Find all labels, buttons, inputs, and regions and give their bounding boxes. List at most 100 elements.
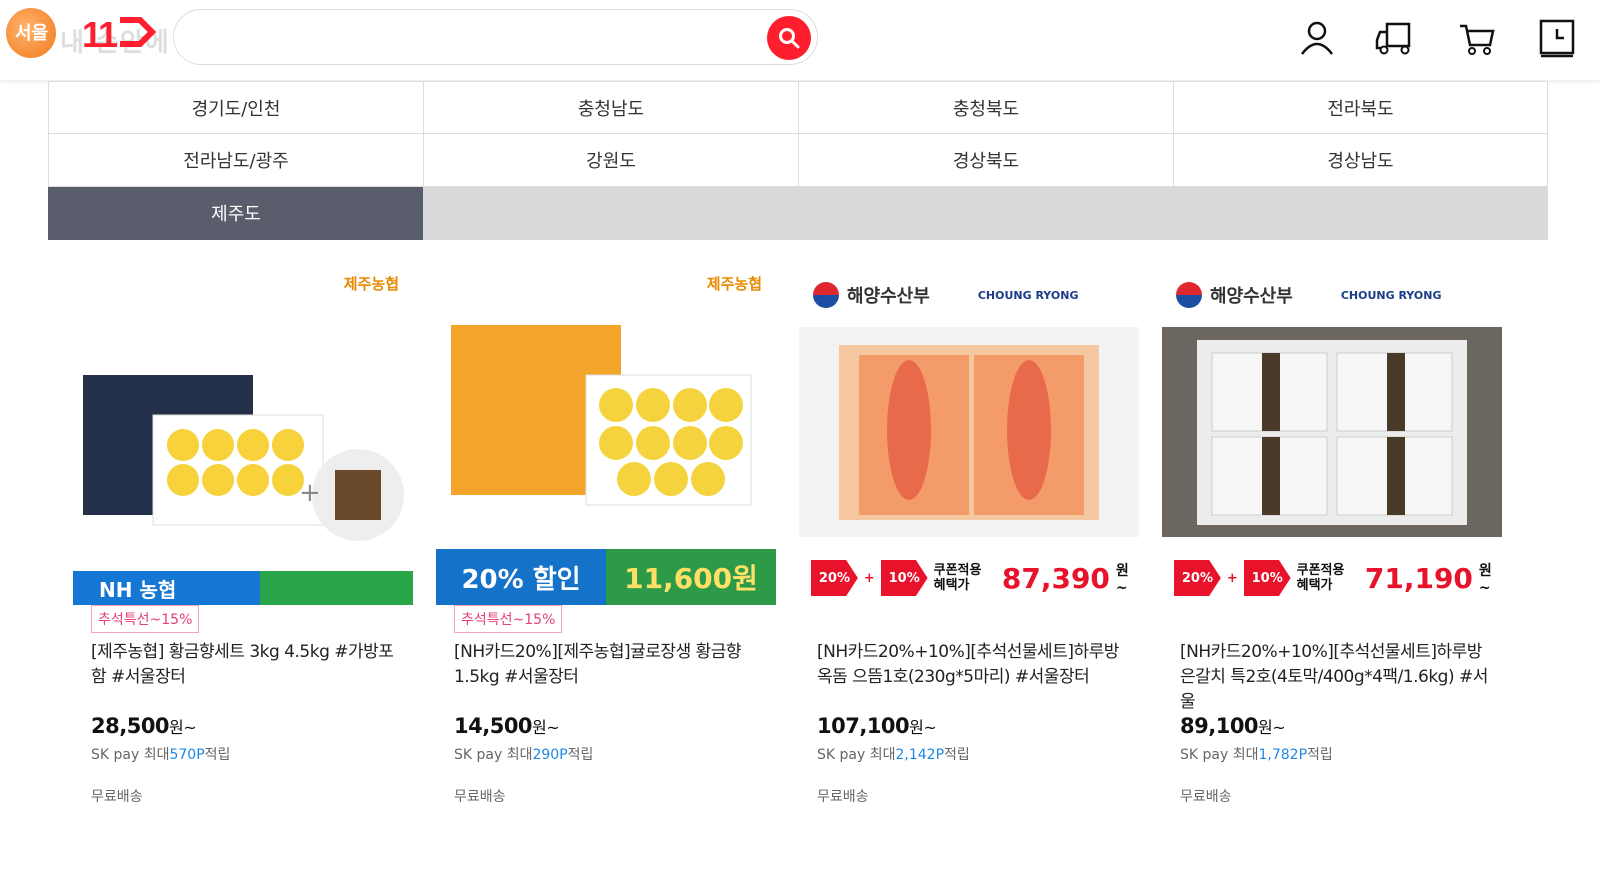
promo-badge: 추석특선~15% <box>454 605 563 633</box>
benefit-unit: 원~ <box>1115 563 1129 596</box>
region-row-filler <box>423 187 1548 240</box>
pay-suffix: 적립 <box>1307 747 1333 763</box>
shipping-info: 무료배송 <box>817 789 869 805</box>
plus-icon: + <box>863 570 875 586</box>
product-image[interactable]: 제주농협 + NH 농협 <box>73 265 413 605</box>
sk-pay-points: SK pay 최대570P적립 <box>91 744 230 764</box>
product-price: 89,100원~ <box>1180 714 1286 738</box>
region-tab-chungbuk[interactable]: 충청북도 <box>798 81 1173 134</box>
delivery-button[interactable] <box>1375 18 1419 58</box>
benefit-label: 쿠폰적용 혜택가 <box>1296 563 1345 593</box>
price-unit: 원~ <box>169 718 197 737</box>
discount-b: 10% <box>880 560 928 596</box>
my-page-button[interactable] <box>1295 18 1339 58</box>
price-value: 14,500 <box>454 714 533 738</box>
product-image[interactable]: 해양수산부 CHOUNG RYONG 20% + 10% 쿠폰적용 혜택가 87… <box>799 265 1139 605</box>
region-tab-gangwon[interactable]: 강원도 <box>423 134 798 187</box>
region-row: 경기도/인천 충청남도 충청북도 전라북도 <box>48 81 1548 134</box>
benefit-price: 71,190 <box>1364 561 1473 595</box>
recent-icon <box>1539 19 1575 58</box>
coupon-banner: 20% 할인 11,600원 <box>436 549 776 605</box>
product-price: 107,100원~ <box>817 714 937 738</box>
pay-prefix: SK pay 최대 <box>817 747 896 763</box>
product-price: 28,500원~ <box>91 714 197 738</box>
recent-view-button[interactable] <box>1535 18 1579 58</box>
sk-pay-points: SK pay 최대2,142P적립 <box>817 744 970 764</box>
search-input[interactable] <box>196 10 756 64</box>
product-card[interactable]: 해양수산부 CHOUNG RYONG 20% + 10% 쿠폰적용 혜택가 71… <box>1137 250 1507 830</box>
product-card[interactable]: 해양수산부 CHOUNG RYONG 20% + 10% 쿠폰적용 혜택가 87… <box>774 250 1144 830</box>
product-price: 14,500원~ <box>454 714 560 738</box>
discount-a: 20% <box>1174 560 1221 596</box>
discount-b: 10% <box>1243 560 1291 596</box>
product-title[interactable]: [제주농협] 황금향세트 3kg 4.5kg #가방포함 #서울장터 <box>91 640 401 690</box>
pay-prefix: SK pay 최대 <box>454 747 533 763</box>
region-tab-chungnam[interactable]: 충청남도 <box>423 81 798 134</box>
pay-suffix: 적립 <box>567 747 594 763</box>
brand-arrow-icon <box>120 17 157 47</box>
brand-text: 11 <box>82 14 118 55</box>
eleven-street-logo[interactable]: 11 <box>82 14 158 56</box>
svg-text:+: + <box>299 478 321 508</box>
price-value: 28,500 <box>91 714 170 738</box>
promo-badge: 추석특선~15% <box>91 605 200 633</box>
search-button[interactable] <box>767 16 811 60</box>
region-tab-gyeongbuk[interactable]: 경상북도 <box>798 134 1173 187</box>
shipping-info: 무료배송 <box>1180 789 1232 805</box>
pay-points: 1,782P <box>1258 747 1308 763</box>
region-tab-jeonbuk[interactable]: 전라북도 <box>1173 81 1548 134</box>
pay-prefix: SK pay 최대 <box>91 747 170 763</box>
sk-pay-points: SK pay 최대1,782P적립 <box>1180 744 1333 764</box>
jeju-nh-tag: 제주농협 <box>343 275 399 293</box>
region-tab-jeju[interactable]: 제주도 <box>48 187 423 240</box>
price-unit: 원~ <box>532 718 560 737</box>
shipping-info: 무료배송 <box>91 789 143 805</box>
nh-banner: NH 농협 <box>73 571 413 605</box>
plus-icon: + <box>1226 570 1238 586</box>
region-tab-jeonnam[interactable]: 전라남도/광주 <box>48 134 423 187</box>
search-box <box>173 9 818 65</box>
region-row: 제주도 <box>48 187 1548 240</box>
price-value: 107,100 <box>817 714 910 738</box>
seoul-logo: 서울 <box>6 8 56 58</box>
product-title[interactable]: [NH카드20%+10%][추석선물세트]하루방 은갈치 특2호(4토막/400… <box>1180 640 1490 715</box>
truck-icon <box>1375 22 1411 55</box>
region-tab-gyeonggi[interactable]: 경기도/인천 <box>48 81 423 134</box>
pay-suffix: 적립 <box>944 747 970 763</box>
discount-a: 20% <box>811 560 858 596</box>
product-card[interactable]: 제주농협 + NH 농협 추석특선~15% [제주농협] 황금향세트 3kg 4… <box>48 250 418 830</box>
price-value: 89,100 <box>1180 714 1259 738</box>
top-header: 서울 내 손안에 서울 11 <box>0 0 1600 80</box>
product-grid: 제주농협 + NH 농협 추석특선~15% [제주농협] 황금향세트 3kg 4… <box>48 250 1548 850</box>
product-title[interactable]: [NH카드20%][제주농협]귤로장생 황금향 1.5kg #서울장터 <box>454 640 764 690</box>
product-image[interactable]: 해양수산부 CHOUNG RYONG 20% + 10% 쿠폰적용 혜택가 71… <box>1162 265 1502 605</box>
gift-box-image: + <box>83 375 404 541</box>
price-unit: 원~ <box>1258 718 1286 737</box>
user-icon <box>1301 21 1333 55</box>
pay-prefix: SK pay 최대 <box>1180 747 1259 763</box>
product-card[interactable]: 제주농협 20% 할인 11,600원 추석특선~15% [NH카드20%][제… <box>411 250 781 830</box>
product-title[interactable]: [NH카드20%+10%][추석선물세트]하루방 옥돔 으뜸1호(230g*5마… <box>817 640 1127 690</box>
search-icon <box>779 28 800 49</box>
pay-points: 570P <box>169 747 205 763</box>
cart-icon <box>1460 24 1495 55</box>
coupon-benefit: 20% + 10% 쿠폰적용 혜택가 87,390 원~ <box>799 551 1139 605</box>
pay-points: 290P <box>532 747 568 763</box>
pay-points: 2,142P <box>895 747 945 763</box>
coupon-discount: 20% 할인 <box>436 549 606 605</box>
benefit-price: 87,390 <box>1001 561 1110 595</box>
shipping-info: 무료배송 <box>454 789 506 805</box>
coupon-benefit: 20% + 10% 쿠폰적용 혜택가 71,190 원~ <box>1162 551 1502 605</box>
price-unit: 원~ <box>909 718 937 737</box>
pay-suffix: 적립 <box>204 747 231 763</box>
region-tabs: 경기도/인천 충청남도 충청북도 전라북도 전라남도/광주 강원도 경상북도 경… <box>48 81 1548 240</box>
benefit-unit: 원~ <box>1478 563 1492 596</box>
region-tab-gyeongnam[interactable]: 경상남도 <box>1173 134 1548 187</box>
sk-pay-points: SK pay 최대290P적립 <box>454 744 593 764</box>
product-image[interactable]: 제주농협 20% 할인 11,600원 <box>436 265 776 605</box>
coupon-final-price: 11,600원 <box>606 549 776 605</box>
region-row: 전라남도/광주 강원도 경상북도 경상남도 <box>48 134 1548 187</box>
benefit-label: 쿠폰적용 혜택가 <box>933 563 982 593</box>
jeju-nh-tag: 제주농협 <box>706 275 762 293</box>
cart-button[interactable] <box>1455 18 1499 58</box>
